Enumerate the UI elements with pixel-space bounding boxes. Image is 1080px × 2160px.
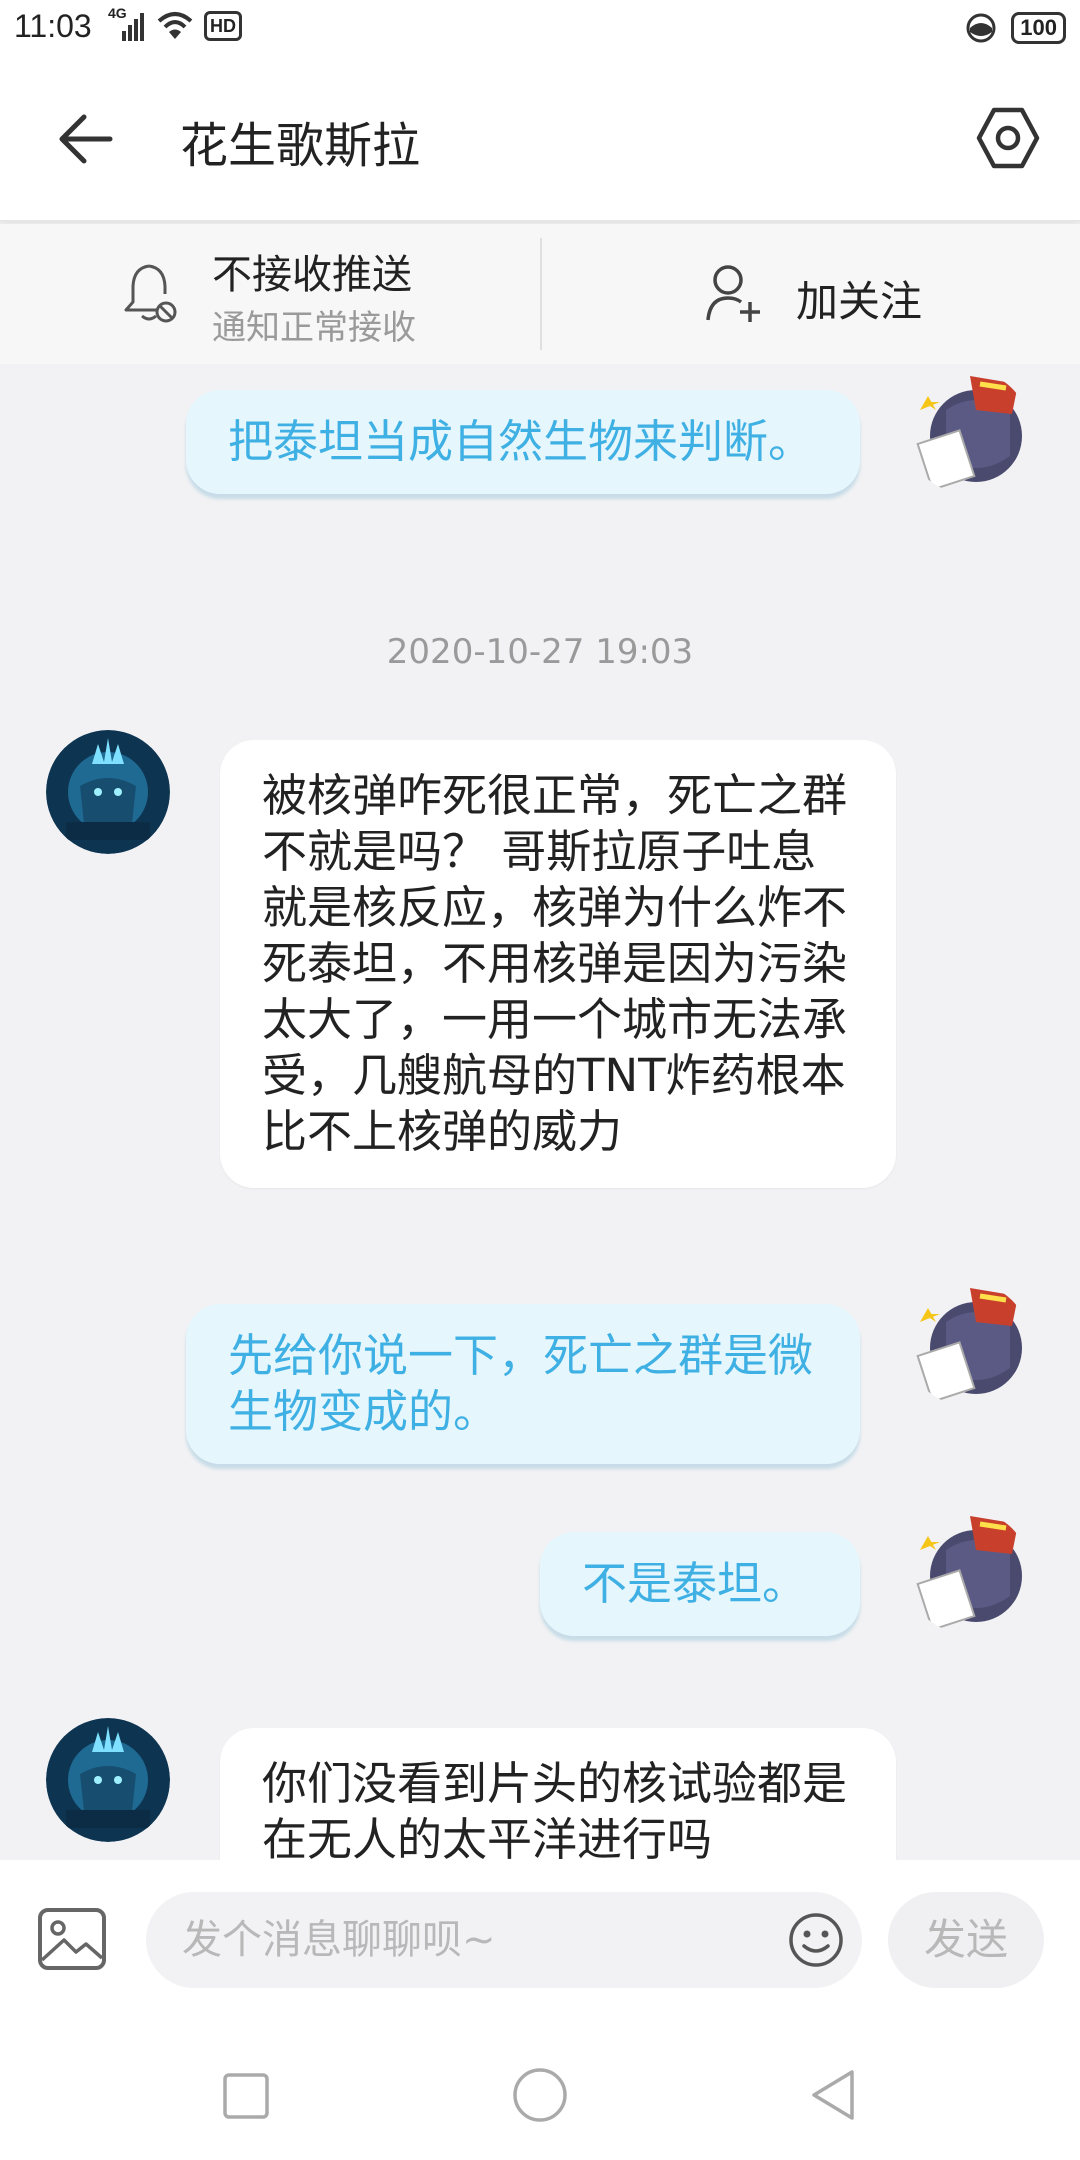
push-subtitle: 通知正常接收 bbox=[212, 308, 416, 348]
add-user-icon bbox=[706, 265, 760, 322]
contact-avatar[interactable] bbox=[46, 1718, 170, 1842]
my-avatar[interactable] bbox=[906, 1510, 1030, 1634]
message-input[interactable] bbox=[146, 1892, 862, 1988]
back-button[interactable] bbox=[50, 104, 120, 174]
message-bubble-outgoing[interactable]: 不是泰坦。 bbox=[540, 1532, 860, 1636]
emoji-button[interactable] bbox=[786, 1910, 846, 1970]
settings-button[interactable] bbox=[972, 102, 1044, 174]
my-avatar[interactable] bbox=[906, 1282, 1030, 1406]
arrow-left-icon bbox=[59, 114, 113, 164]
battery-icon: 100 bbox=[1011, 12, 1066, 44]
push-setting[interactable]: 不接收推送 通知正常接收 bbox=[0, 224, 540, 364]
bell-off-icon bbox=[124, 264, 177, 323]
message-input-bar: 发送 bbox=[0, 1860, 1080, 2020]
follow-button[interactable]: 加关注 bbox=[542, 224, 1080, 364]
signal-icon: 4G bbox=[108, 5, 146, 43]
circle-icon bbox=[513, 2068, 567, 2122]
status-icons-right: 100 bbox=[965, 8, 1066, 48]
avatar-image bbox=[906, 1510, 1030, 1634]
status-icons-left: 4G HD bbox=[108, 5, 242, 46]
status-bar: 11:03 4G HD 100 bbox=[0, 0, 1080, 56]
status-time: 11:03 bbox=[14, 8, 92, 44]
chat-messages[interactable]: 把泰坦当成自然生物来判断。 2020-10-27 19:03 被核弹咋死很正常，… bbox=[0, 364, 1080, 1860]
home-button[interactable] bbox=[505, 2060, 575, 2130]
chat-header: 花生歌斯拉 bbox=[0, 56, 1080, 222]
send-button[interactable]: 发送 bbox=[888, 1892, 1044, 1988]
wifi-icon bbox=[156, 9, 194, 43]
triangle-back-icon bbox=[812, 2070, 854, 2120]
message-bubble-outgoing[interactable]: 先给你说一下，死亡之群是微生物变成的。 bbox=[186, 1304, 860, 1464]
notification-bar: 不接收推送 通知正常接收 加关注 bbox=[0, 224, 1080, 364]
avatar-image bbox=[46, 730, 170, 854]
recents-button[interactable] bbox=[210, 2060, 280, 2130]
avatar-image bbox=[906, 370, 1030, 494]
vpn-icon bbox=[965, 12, 997, 44]
message-bubble-incoming[interactable]: 你们没看到片头的核试验都是在无人的太平洋进行吗 bbox=[220, 1728, 896, 1860]
contact-avatar[interactable] bbox=[46, 730, 170, 854]
square-icon bbox=[223, 2073, 269, 2119]
push-title: 不接收推送 bbox=[212, 252, 412, 298]
avatar-image bbox=[46, 1718, 170, 1842]
message-bubble-incoming[interactable]: 被核弹咋死很正常，死亡之群不就是吗？ 哥斯拉原子吐息就是核反应，核弹为什么炸不死… bbox=[220, 740, 896, 1188]
timestamp: 2020-10-27 19:03 bbox=[386, 632, 694, 672]
gear-icon bbox=[976, 107, 1040, 169]
avatar-image bbox=[906, 1282, 1030, 1406]
image-icon bbox=[38, 1908, 106, 1970]
my-avatar[interactable] bbox=[906, 370, 1030, 494]
system-nav-bar bbox=[0, 2020, 1080, 2160]
back-nav-button[interactable] bbox=[800, 2060, 870, 2130]
follow-label: 加关注 bbox=[796, 277, 923, 326]
smiley-icon bbox=[789, 1913, 843, 1967]
hd-icon: HD bbox=[204, 11, 242, 41]
page-title: 花生歌斯拉 bbox=[180, 118, 421, 174]
image-picker-button[interactable] bbox=[36, 1906, 108, 1972]
message-bubble-outgoing[interactable]: 把泰坦当成自然生物来判断。 bbox=[186, 390, 860, 494]
